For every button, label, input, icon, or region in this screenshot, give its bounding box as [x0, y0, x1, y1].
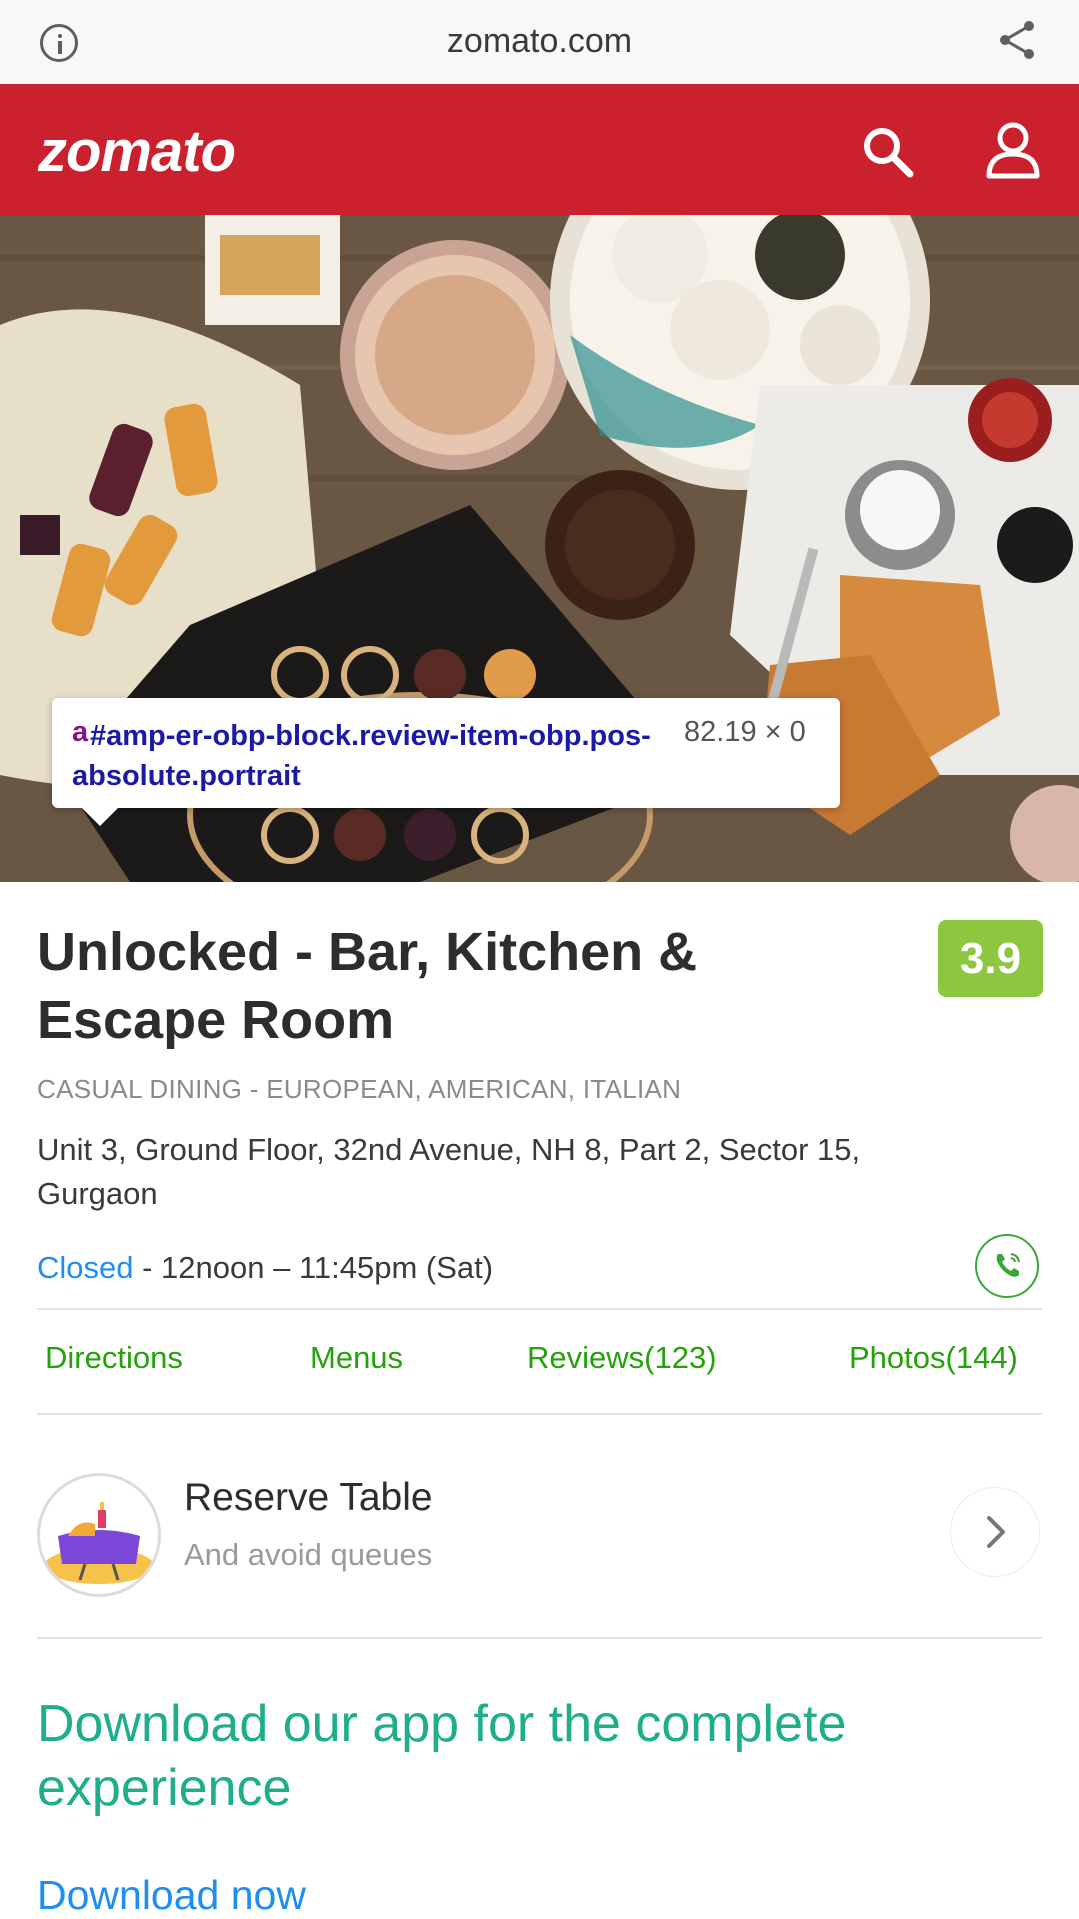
- tooltip-dimensions: 82.19 × 0: [684, 716, 806, 748]
- zomato-logo[interactable]: zomato: [38, 118, 236, 185]
- tab-photos[interactable]: Photos(144): [849, 1340, 1018, 1376]
- restaurant-name: Unlocked - Bar, Kitchen & Escape Room: [37, 922, 698, 1050]
- status-closed: Closed: [37, 1250, 134, 1285]
- tab-menus[interactable]: Menus: [310, 1340, 403, 1376]
- phone-icon: [996, 1253, 1020, 1277]
- call-button[interactable]: [975, 1234, 1039, 1298]
- tooltip-selector: #amp-er-obp-block.review-item-obp.pos-ab…: [72, 720, 651, 792]
- share-icon[interactable]: [995, 18, 1039, 62]
- chevron-right-icon: [987, 1516, 1005, 1548]
- opening-status: Closed - 12noon – 11:45pm (Sat): [37, 1250, 493, 1286]
- search-icon[interactable]: [860, 124, 916, 180]
- url-text[interactable]: zomato.com: [0, 22, 1079, 61]
- address-text: Unit 3, Ground Floor, 32nd Avenue, NH 8,…: [37, 1132, 861, 1211]
- cuisine-text: CASUAL DINING - EUROPEAN, AMERICAN, ITAL…: [37, 1074, 682, 1104]
- browser-url-bar: zomato.com: [0, 0, 1079, 85]
- tab-directions[interactable]: Directions: [45, 1340, 183, 1376]
- download-now-link[interactable]: Download now: [37, 1872, 306, 1919]
- page: zomato.com zomato a #amp-er-obp-block.re…: [0, 0, 1079, 1919]
- divider: [37, 1308, 1042, 1310]
- reserve-table-subtitle: And avoid queues: [184, 1537, 433, 1572]
- download-app-heading: Download our app for the complete experi…: [37, 1695, 847, 1817]
- reserve-table-title[interactable]: Reserve Table: [184, 1476, 433, 1520]
- reserve-table-icon[interactable]: [37, 1473, 161, 1597]
- divider: [37, 1637, 1042, 1639]
- opening-hours: - 12noon – 11:45pm (Sat): [133, 1250, 494, 1285]
- inspector-tooltip: a #amp-er-obp-block.review-item-obp.pos-…: [52, 698, 840, 826]
- tab-reviews[interactable]: Reviews(123): [527, 1340, 717, 1376]
- reserve-table-button[interactable]: [950, 1487, 1040, 1577]
- rating-badge[interactable]: 3.9: [938, 920, 1043, 997]
- restaurant-tabs: Directions Menus Reviews(123) Photos(144…: [37, 1340, 1042, 1384]
- site-header: zomato: [0, 84, 1079, 215]
- user-icon[interactable]: [985, 120, 1041, 180]
- divider: [37, 1413, 1042, 1415]
